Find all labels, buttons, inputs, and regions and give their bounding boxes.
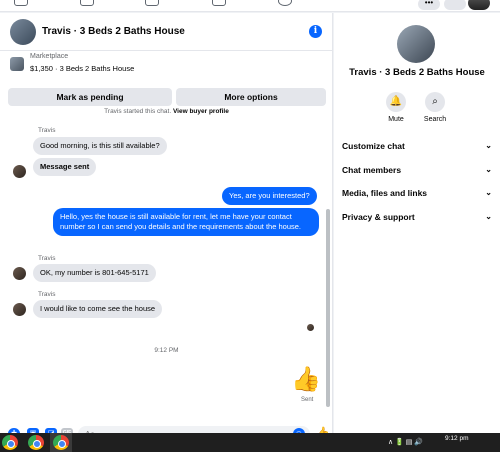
section-label: Privacy & support bbox=[342, 212, 415, 222]
notifications-icon[interactable] bbox=[444, 0, 466, 10]
chat-pane: Travis · 3 Beds 2 Baths House i Marketpl… bbox=[0, 13, 333, 442]
details-avatar[interactable] bbox=[397, 25, 435, 63]
friends-icon[interactable] bbox=[80, 0, 94, 6]
menu-icon[interactable]: ••• bbox=[418, 0, 440, 10]
conversation-details-panel: Travis · 3 Beds 2 Baths House 🔔 Mute ⌕ S… bbox=[334, 13, 500, 433]
conversation-avatar[interactable] bbox=[10, 19, 36, 45]
info-icon[interactable]: i bbox=[309, 25, 322, 38]
more-options-button[interactable]: More options bbox=[176, 88, 326, 106]
sender-avatar[interactable] bbox=[13, 303, 26, 316]
search-icon: ⌕ bbox=[425, 92, 445, 112]
bell-icon: 🔔 bbox=[386, 92, 406, 112]
search-label: Search bbox=[423, 116, 447, 123]
chevron-down-icon: ⌄ bbox=[485, 141, 492, 150]
message-timestamp: 9:12 PM bbox=[154, 347, 179, 354]
chat-header: Travis · 3 Beds 2 Baths House i bbox=[0, 13, 332, 51]
taskbar-clock[interactable]: 9:12 pm bbox=[445, 435, 469, 443]
marketplace-icon[interactable] bbox=[212, 0, 226, 6]
listing-summary: $1,350 · 3 Beds 2 Baths House bbox=[30, 64, 135, 73]
section-chat-members[interactable]: Chat members ⌄ bbox=[342, 165, 492, 179]
outgoing-message[interactable]: Hello, yes the house is still available … bbox=[53, 208, 319, 236]
section-customize-chat[interactable]: Customize chat ⌄ bbox=[342, 141, 492, 155]
incoming-message[interactable]: I would like to come see the house bbox=[33, 300, 163, 318]
chevron-down-icon: ⌄ bbox=[485, 188, 492, 197]
like-sticker-icon[interactable]: 👍 bbox=[291, 365, 321, 394]
section-label: Media, files and links bbox=[342, 188, 428, 198]
sender-avatar[interactable] bbox=[13, 165, 26, 178]
scrollbar-thumb[interactable] bbox=[326, 209, 330, 407]
section-label: Chat members bbox=[342, 165, 402, 175]
chrome-app-icon[interactable] bbox=[28, 435, 44, 450]
section-privacy-support[interactable]: Privacy & support ⌄ bbox=[342, 212, 492, 226]
chrome-app-icon[interactable] bbox=[2, 435, 18, 450]
system-tray[interactable]: ∧ 🔋 ▤ 🔊 bbox=[388, 438, 423, 446]
sent-status: Sent bbox=[301, 397, 314, 403]
details-title: Travis · 3 Beds 2 Baths House bbox=[349, 67, 485, 78]
listing-thumbnail bbox=[10, 57, 24, 71]
chevron-down-icon: ⌄ bbox=[485, 212, 492, 221]
sender-avatar[interactable] bbox=[13, 267, 26, 280]
account-avatar[interactable] bbox=[468, 0, 490, 10]
incoming-message[interactable]: OK, my number is 801-645-5171 bbox=[33, 264, 156, 282]
incoming-message[interactable]: Good morning, is this still available? bbox=[33, 137, 167, 155]
conversation-title[interactable]: Travis · 3 Beds 2 Baths House bbox=[42, 26, 185, 37]
section-media-files-links[interactable]: Media, files and links ⌄ bbox=[342, 188, 492, 202]
mute-label: Mute bbox=[388, 116, 404, 123]
chrome-app-icon[interactable] bbox=[53, 435, 69, 450]
home-icon[interactable] bbox=[14, 0, 28, 6]
message-list: Travis Good morning, is this still avail… bbox=[0, 113, 333, 418]
mark-as-pending-button[interactable]: Mark as pending bbox=[8, 88, 172, 106]
top-navigation-bar: ••• bbox=[0, 0, 500, 12]
groups-icon[interactable] bbox=[278, 0, 292, 6]
mute-action[interactable]: 🔔 Mute bbox=[381, 92, 411, 123]
read-receipt-avatar bbox=[307, 324, 314, 331]
incoming-message[interactable]: Message sent bbox=[33, 158, 97, 176]
chevron-down-icon: ⌄ bbox=[485, 165, 492, 174]
listing-actions: Mark as pending More options bbox=[8, 88, 326, 106]
search-action[interactable]: ⌕ Search bbox=[420, 92, 450, 123]
watch-icon[interactable] bbox=[145, 0, 159, 6]
message-sender: Travis bbox=[38, 255, 56, 262]
message-sender: Travis bbox=[38, 127, 56, 134]
outgoing-message[interactable]: Yes, are you interested? bbox=[222, 187, 317, 205]
marketplace-listing[interactable]: Marketplace $1,350 · 3 Beds 2 Baths Hous… bbox=[0, 51, 332, 86]
section-label: Customize chat bbox=[342, 141, 405, 151]
os-taskbar: ∧ 🔋 ▤ 🔊 9:12 pm bbox=[0, 433, 500, 452]
message-sender: Travis bbox=[38, 291, 56, 298]
listing-category: Marketplace bbox=[30, 53, 69, 60]
